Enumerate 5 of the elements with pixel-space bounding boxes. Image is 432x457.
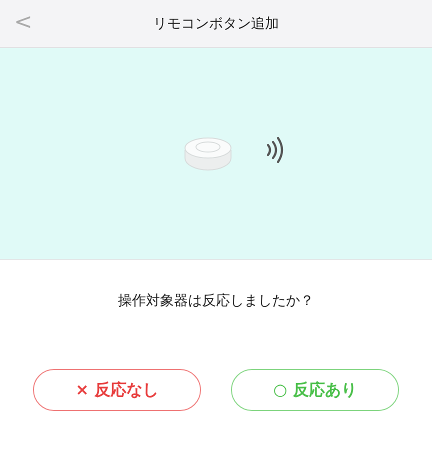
response-button[interactable]: ○ 反応あり <box>231 369 399 411</box>
question-text: 操作対象器は反応しましたか？ <box>117 292 315 310</box>
no-response-button[interactable]: × 反応なし <box>33 369 201 411</box>
back-button[interactable]: < <box>14 10 32 35</box>
screen-title: リモコンボタン追加 <box>153 14 279 32</box>
